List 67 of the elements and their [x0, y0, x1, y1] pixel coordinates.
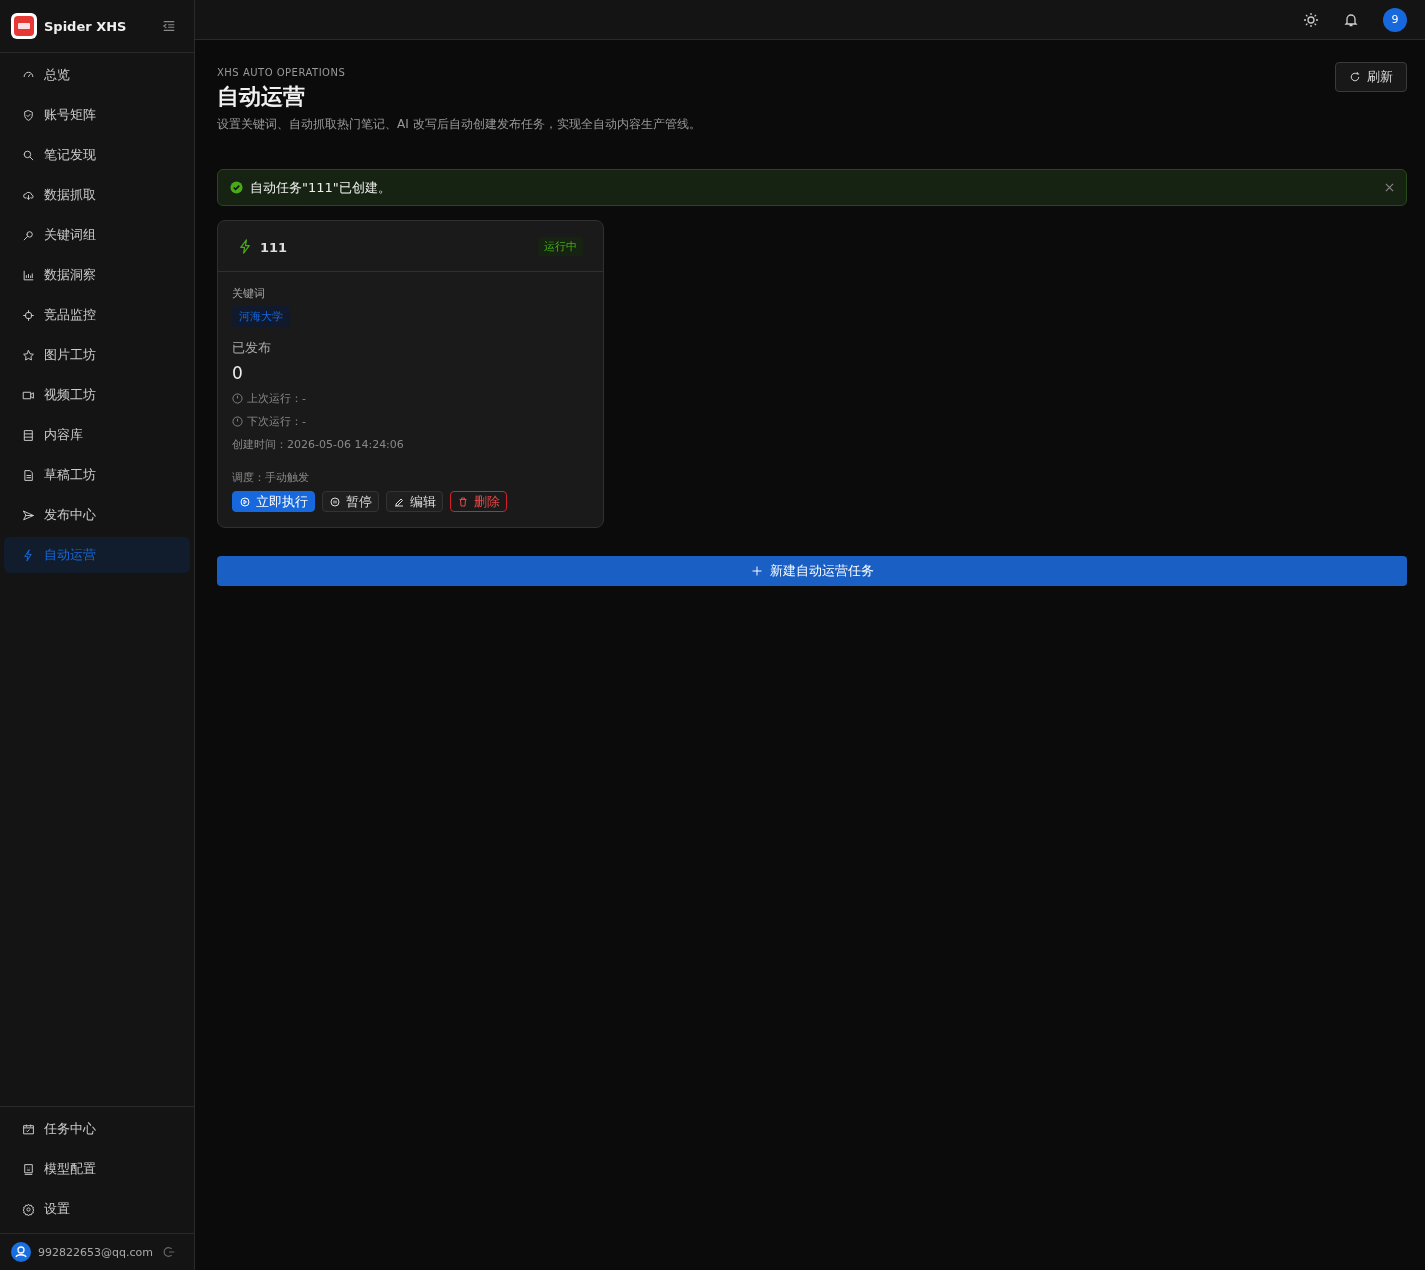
- nav-item[interactable]: 模型配置: [4, 1151, 190, 1187]
- key-search-icon: [22, 228, 35, 242]
- created-time: 创建时间：2026-05-06 14:24:06: [232, 437, 404, 452]
- settings-icon: [22, 1202, 35, 1216]
- page-eyebrow: XHS AUTO OPERATIONS: [217, 67, 347, 78]
- action-button[interactable]: 编辑: [386, 491, 443, 512]
- nav-item[interactable]: 草稿工坊: [4, 457, 190, 493]
- logo-icon: [11, 13, 37, 39]
- nav-item[interactable]: 账号矩阵: [4, 97, 190, 133]
- action-button[interactable]: 立即执行: [232, 491, 315, 512]
- refresh-icon: [1349, 71, 1361, 83]
- page-title: 自动运营: [217, 83, 306, 111]
- close-icon[interactable]: [1385, 183, 1394, 192]
- collapse-menu-icon[interactable]: [162, 19, 176, 33]
- user-avatar-icon: [11, 1242, 31, 1262]
- nav-item[interactable]: 数据洞察: [4, 257, 190, 293]
- nav-item[interactable]: 内容库: [4, 417, 190, 453]
- app-name: Spider XHS: [44, 18, 128, 34]
- schedule: 调度：手动触发: [232, 470, 309, 485]
- star-icon: [22, 348, 35, 362]
- document-icon: [22, 468, 35, 482]
- theme-toggle-icon[interactable]: [1303, 11, 1319, 28]
- pause-icon: [329, 495, 341, 508]
- calendar-icon: [22, 1122, 35, 1136]
- action-button[interactable]: 删除: [450, 491, 507, 512]
- nav-item[interactable]: 视频工坊: [4, 377, 190, 413]
- keyword-tag: 河海大学: [232, 306, 290, 327]
- plus-icon: [750, 565, 763, 577]
- nav-item[interactable]: 竞品监控: [4, 297, 190, 333]
- monitor-icon: [22, 1162, 35, 1176]
- nav-item[interactable]: 发布中心: [4, 497, 190, 533]
- play-icon: [239, 495, 251, 508]
- search-icon: [22, 148, 35, 162]
- next-run: 下次运行：-: [247, 414, 306, 429]
- keywords-label: 关键词: [232, 286, 266, 301]
- page-subtitle: 设置关键词、自动抓取热门笔记、AI 改写后自动创建发布任务，实现全自动内容生产管线。: [217, 116, 701, 133]
- task-name: 111: [260, 239, 289, 255]
- nav-item[interactable]: 任务中心: [4, 1111, 190, 1147]
- user-avatar[interactable]: 9: [1383, 7, 1407, 32]
- logout-icon[interactable]: [162, 1245, 176, 1259]
- target-icon: [22, 308, 35, 322]
- success-check-icon: [230, 181, 243, 194]
- notification-bell-icon[interactable]: [1343, 11, 1359, 28]
- clock-icon: [232, 416, 243, 427]
- bolt-icon: [238, 238, 253, 254]
- bolt-icon: [22, 548, 35, 562]
- nav-item[interactable]: 图片工坊: [4, 337, 190, 373]
- nav-item[interactable]: 关键词组: [4, 217, 190, 253]
- nav-item[interactable]: 笔记发现: [4, 137, 190, 173]
- nav-item[interactable]: 数据抓取: [4, 177, 190, 213]
- last-run: 上次运行：-: [247, 391, 306, 406]
- user-email: 992822653@qq.com: [38, 1245, 154, 1259]
- send-icon: [22, 508, 35, 522]
- bar-chart-icon: [22, 268, 35, 282]
- list-icon: [22, 428, 35, 442]
- nav-item[interactable]: 总览: [4, 57, 190, 93]
- shield-icon: [22, 108, 35, 122]
- refresh-button[interactable]: 刷新: [1335, 62, 1407, 92]
- action-button[interactable]: 暂停: [322, 491, 379, 512]
- clock-icon: [232, 393, 243, 404]
- new-task-button[interactable]: 新建自动运营任务: [217, 556, 1407, 586]
- nav-item[interactable]: 设置: [4, 1191, 190, 1227]
- published-label: 已发布: [232, 339, 272, 357]
- trash-icon: [457, 495, 469, 508]
- status-tag: 运行中: [538, 236, 583, 256]
- published-count: 0: [232, 363, 244, 383]
- alert-message: 自动任务"111"已创建。: [250, 178, 392, 197]
